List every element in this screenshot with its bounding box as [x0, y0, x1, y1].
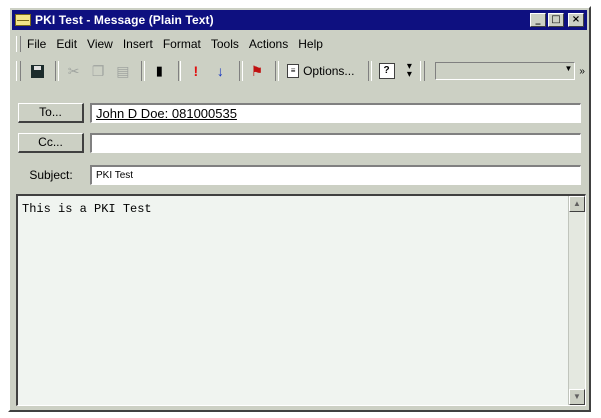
toolbar-separator — [177, 61, 182, 81]
toolbar-more-chevron-icon[interactable]: » — [579, 66, 585, 77]
toolbar-separator — [238, 61, 243, 81]
menu-help[interactable]: Help — [298, 37, 323, 51]
close-button[interactable]: × — [568, 13, 584, 27]
scroll-down-arrow-icon[interactable]: ▼ — [569, 389, 585, 405]
cut-icon: ✂ — [67, 62, 80, 79]
options-icon: ≡ — [287, 64, 300, 78]
menu-tools[interactable]: Tools — [211, 37, 239, 51]
menu-bar: File Edit View Insert Format Tools Actio… — [14, 34, 585, 54]
standard-toolbar: ✂ ❐ ▤ ▮ ! ↓ ⚑ ≡ Options... ? ▾ ▾ ▼ » — [14, 58, 585, 84]
message-body[interactable]: This is a PKI Test ▲ ▼ — [16, 194, 586, 406]
toolbar-separator — [55, 61, 60, 81]
minimize-button[interactable]: _ — [530, 13, 546, 27]
toolbar-grip-handle[interactable] — [16, 61, 21, 81]
importance-low-icon: ↓ — [216, 63, 224, 79]
window-title: PKI Test - Message (Plain Text) — [35, 13, 214, 27]
attach-icon: ▮ — [155, 63, 163, 78]
to-recipient[interactable]: John D Doe: 081000535 — [96, 106, 237, 121]
vertical-scrollbar[interactable]: ▲ ▼ — [568, 196, 585, 405]
toolbar-separator — [368, 61, 373, 81]
to-field[interactable]: John D Doe: 081000535 — [90, 103, 581, 123]
importance-high-button[interactable]: ! — [185, 60, 206, 82]
title-bar[interactable]: PKI Test - Message (Plain Text) _ □ × — [12, 10, 587, 30]
cut-button[interactable]: ✂ — [63, 60, 84, 82]
importance-high-icon: ! — [193, 63, 199, 79]
cc-row: Cc... — [18, 132, 581, 154]
help-button[interactable]: ? — [376, 60, 397, 82]
flag-icon: ⚑ — [250, 62, 264, 79]
toolbar-overflow-chevron-icon[interactable]: ▾ ▾ — [407, 62, 412, 80]
envelope-icon — [15, 14, 31, 26]
menu-grip-handle[interactable] — [16, 36, 21, 52]
subject-field[interactable]: PKI Test — [90, 165, 581, 185]
help-icon: ? — [378, 63, 395, 79]
toolbar-combo-box[interactable]: ▼ — [434, 62, 576, 80]
flag-button[interactable]: ⚑ — [247, 60, 268, 82]
copy-icon: ❐ — [91, 62, 105, 79]
toolbar-grip-handle[interactable] — [419, 61, 425, 81]
scroll-up-arrow-icon[interactable]: ▲ — [569, 196, 585, 212]
attach-button[interactable]: ▮ — [149, 60, 170, 82]
message-body-text[interactable]: This is a PKI Test — [22, 202, 152, 216]
menu-insert[interactable]: Insert — [123, 37, 153, 51]
paste-icon: ▤ — [116, 62, 130, 79]
subject-label: Subject: — [29, 168, 73, 182]
save-button[interactable] — [27, 60, 48, 82]
importance-low-button[interactable]: ↓ — [210, 60, 231, 82]
toolbar-separator — [275, 61, 280, 81]
menu-edit[interactable]: Edit — [56, 37, 77, 51]
toolbar-separator — [141, 61, 145, 81]
copy-button[interactable]: ❐ — [88, 60, 109, 82]
menu-file[interactable]: File — [27, 37, 46, 51]
save-icon — [30, 64, 44, 78]
options-button[interactable]: ≡ Options... — [283, 64, 358, 78]
chevron-down-icon: ▼ — [564, 64, 573, 73]
to-button[interactable]: To... — [18, 103, 84, 123]
options-label: Options... — [303, 64, 355, 78]
subject-row: Subject: PKI Test — [18, 164, 581, 186]
menu-view[interactable]: View — [87, 37, 113, 51]
menu-format[interactable]: Format — [163, 37, 201, 51]
cc-field[interactable] — [90, 133, 581, 153]
to-row: To... John D Doe: 081000535 — [18, 102, 581, 124]
window-controls: _ □ × — [530, 13, 584, 27]
menu-actions[interactable]: Actions — [249, 37, 288, 51]
paste-button[interactable]: ▤ — [113, 60, 134, 82]
maximize-button[interactable]: □ — [548, 13, 564, 27]
message-window: PKI Test - Message (Plain Text) _ □ × Fi… — [8, 6, 591, 412]
cc-button[interactable]: Cc... — [18, 133, 84, 153]
